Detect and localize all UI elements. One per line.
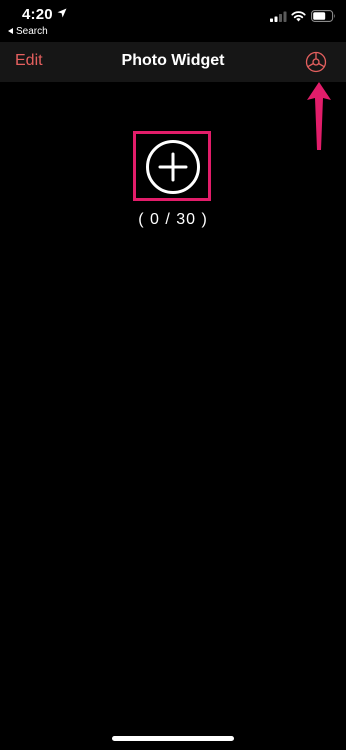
gear-icon[interactable] [305,51,327,73]
back-to-search-button[interactable]: Search [8,26,48,37]
photo-count: ( 0 / 30 ) [138,211,208,228]
cellular-signal-icon [270,11,287,22]
back-triangle-icon [8,28,13,34]
wifi-icon [291,11,306,22]
plus-circle-icon[interactable] [145,139,201,195]
back-to-search-label: Search [16,26,48,37]
battery-icon [311,10,335,22]
annotation-arrow [307,82,331,150]
navigation-bar: Edit Photo Widget [0,42,346,82]
home-indicator[interactable] [112,736,234,741]
location-arrow-icon [57,8,67,18]
status-bar: 4:20 Search [0,0,346,42]
status-time: 4:20 [22,6,53,23]
page-title: Photo Widget [121,52,225,69]
